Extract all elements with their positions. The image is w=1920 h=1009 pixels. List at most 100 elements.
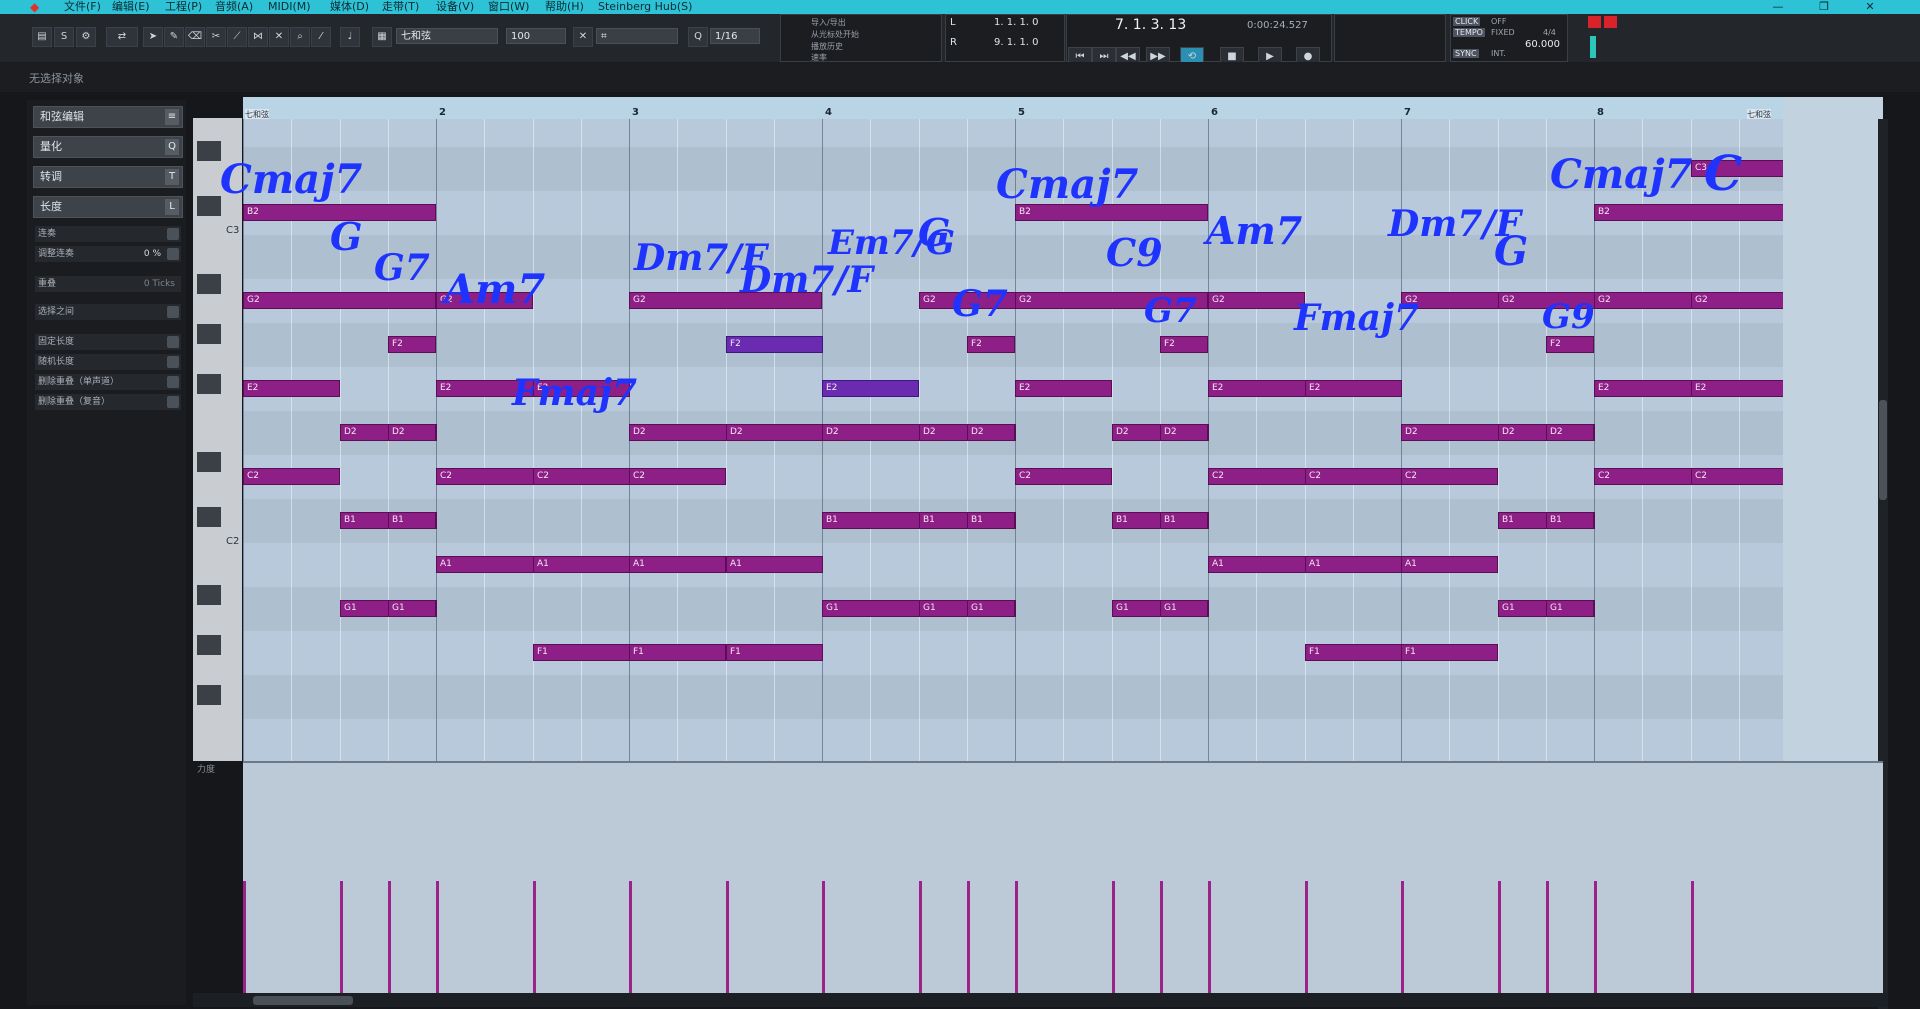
restore-button[interactable]: ❐ bbox=[1806, 0, 1842, 14]
snap-toggle-icon[interactable]: ✕ bbox=[573, 27, 593, 47]
quantize-icon[interactable]: Q bbox=[688, 27, 708, 47]
midi-note[interactable]: G2 bbox=[1208, 292, 1305, 309]
midi-note[interactable]: C2 bbox=[1691, 468, 1783, 485]
solo-editor-icon[interactable]: S bbox=[54, 27, 74, 47]
midi-note[interactable]: B1 bbox=[967, 512, 1015, 529]
split-tool-icon[interactable]: ⟋ bbox=[227, 27, 247, 47]
velocity-bar[interactable] bbox=[822, 881, 825, 993]
disk-overload-icon[interactable] bbox=[1604, 16, 1617, 28]
legato-row[interactable]: 连奏 bbox=[35, 226, 181, 242]
midi-note[interactable]: E2 bbox=[1691, 380, 1783, 397]
midi-note[interactable]: C2 bbox=[1401, 468, 1498, 485]
left-locator-value[interactable]: 1. 1. 1. 0 bbox=[994, 17, 1039, 28]
menu-media[interactable]: 媒体(D) bbox=[330, 0, 369, 14]
minimize-button[interactable]: — bbox=[1760, 0, 1796, 14]
velocity-bar[interactable] bbox=[1160, 881, 1163, 993]
horizontal-scrollbar[interactable] bbox=[193, 993, 1888, 1007]
apply-icon[interactable] bbox=[167, 396, 179, 408]
midi-note[interactable]: F2 bbox=[1160, 336, 1208, 353]
midi-note[interactable]: A1 bbox=[726, 556, 823, 573]
black-key[interactable] bbox=[197, 324, 221, 344]
insert-velocity-field[interactable]: 100 bbox=[506, 28, 566, 44]
menu-project[interactable]: 工程(P) bbox=[165, 0, 202, 14]
menu-window[interactable]: 窗口(W) bbox=[488, 0, 529, 14]
menu-transport[interactable]: 走带(T) bbox=[382, 0, 419, 14]
audio-performance-icon[interactable] bbox=[1588, 16, 1601, 28]
ruler[interactable]: 七和弦 2 3 4 5 6 7 8 七和弦 9 bbox=[243, 97, 1793, 120]
erase-tool-icon[interactable]: ⌫ bbox=[185, 27, 205, 47]
midi-note[interactable]: G1 bbox=[1546, 600, 1594, 617]
velocity-lane[interactable] bbox=[243, 761, 1883, 993]
overlap-value[interactable]: 0 Ticks bbox=[144, 276, 175, 292]
midi-note[interactable]: D2 bbox=[1160, 424, 1208, 441]
adjust-legato-row[interactable]: 调整连奏 0 % bbox=[35, 246, 181, 262]
midi-note[interactable]: C2 bbox=[533, 468, 630, 485]
velocity-bar[interactable] bbox=[726, 881, 729, 993]
velocity-bar[interactable] bbox=[629, 881, 632, 993]
midi-note[interactable]: D2 bbox=[726, 424, 823, 441]
trim-tool-icon[interactable]: ✂ bbox=[206, 27, 226, 47]
midi-note[interactable]: B2 bbox=[1594, 204, 1783, 221]
velocity-bar[interactable] bbox=[1691, 881, 1694, 993]
apply-icon[interactable] bbox=[167, 376, 179, 388]
black-key[interactable] bbox=[197, 452, 221, 472]
feedback-icon[interactable]: ⚙ bbox=[76, 27, 96, 47]
midi-note[interactable]: F2 bbox=[1546, 336, 1594, 353]
midi-note[interactable]: E2 bbox=[1305, 380, 1402, 397]
chord-mode-icon[interactable]: ▦ bbox=[372, 27, 392, 47]
legato-value[interactable]: 0 % bbox=[144, 246, 161, 262]
midi-note[interactable]: D2 bbox=[388, 424, 436, 441]
velocity-bar[interactable] bbox=[967, 881, 970, 993]
close-button[interactable]: ✕ bbox=[1852, 0, 1888, 14]
quantize-presets-select[interactable]: 1/16 bbox=[710, 28, 760, 44]
velocity-bar[interactable] bbox=[388, 881, 391, 993]
midi-note[interactable]: B1 bbox=[1546, 512, 1594, 529]
menu-help[interactable]: 帮助(H) bbox=[545, 0, 584, 14]
black-key[interactable] bbox=[197, 507, 221, 527]
velocity-bar[interactable] bbox=[1112, 881, 1115, 993]
velocity-bar[interactable] bbox=[1015, 881, 1018, 993]
right-locator-value[interactable]: 9. 1. 1. 0 bbox=[994, 37, 1039, 48]
delete-overlap-poly-row[interactable]: 删除重叠（复音） bbox=[35, 394, 181, 410]
click-toggle[interactable]: CLICK bbox=[1453, 17, 1481, 26]
chord-type-select[interactable]: 七和弦 bbox=[396, 28, 498, 44]
overlap-row[interactable]: 重叠 0 Ticks bbox=[35, 276, 181, 292]
velocity-bar[interactable] bbox=[243, 881, 246, 993]
velocity-bar[interactable] bbox=[1546, 881, 1549, 993]
vertical-scroll-thumb[interactable] bbox=[1879, 400, 1887, 500]
tempo-toggle[interactable]: TEMPO bbox=[1453, 28, 1485, 37]
sync-toggle[interactable]: SYNC bbox=[1453, 49, 1479, 58]
grid-type-select[interactable]: ⌗ bbox=[596, 28, 678, 44]
black-key[interactable] bbox=[197, 585, 221, 605]
velocity-bar[interactable] bbox=[1594, 881, 1597, 993]
velocity-bar[interactable] bbox=[919, 881, 922, 993]
black-key[interactable] bbox=[197, 374, 221, 394]
transpose-section[interactable]: 转调 T bbox=[33, 166, 183, 188]
tempo-value[interactable]: 60.000 bbox=[1525, 39, 1560, 50]
black-key[interactable] bbox=[197, 274, 221, 294]
apply-icon[interactable] bbox=[167, 248, 179, 260]
fixed-length-row[interactable]: 固定长度 bbox=[35, 334, 181, 350]
insert-velocity-icon[interactable]: ♩ bbox=[340, 27, 360, 47]
midi-note[interactable]: F1 bbox=[1401, 644, 1498, 661]
midi-note[interactable]: G1 bbox=[388, 600, 436, 617]
menu-file[interactable]: 文件(F) bbox=[64, 0, 101, 14]
velocity-bar[interactable] bbox=[1498, 881, 1501, 993]
autoscroll-icon[interactable]: ⇄ bbox=[106, 27, 138, 47]
apply-icon[interactable] bbox=[167, 336, 179, 348]
marker-line[interactable]: 播放历史 bbox=[811, 41, 843, 52]
midi-note[interactable]: F2 bbox=[726, 336, 823, 353]
velocity-bar[interactable] bbox=[1208, 881, 1211, 993]
midi-note[interactable]: A1 bbox=[1305, 556, 1402, 573]
midi-note[interactable]: G2 bbox=[1691, 292, 1783, 309]
delete-overlap-mono-row[interactable]: 删除重叠（单声道） bbox=[35, 374, 181, 390]
length-section[interactable]: 长度 L bbox=[33, 196, 183, 218]
apply-icon[interactable] bbox=[167, 356, 179, 368]
note-grid[interactable]: C3 B2 B2 B2 G2 G2 G2 G2 G2 G2 G2 G2 G2 G2 F2 F2 F2 F2 F2 E2… bbox=[243, 119, 1783, 761]
black-key[interactable] bbox=[197, 196, 221, 216]
glue-tool-icon[interactable]: ⋈ bbox=[248, 27, 268, 47]
menu-audio[interactable]: 音频(A) bbox=[215, 0, 253, 14]
black-key[interactable] bbox=[197, 141, 221, 161]
midi-note[interactable]: F1 bbox=[629, 644, 726, 661]
midi-note[interactable]: G2 bbox=[243, 292, 436, 309]
